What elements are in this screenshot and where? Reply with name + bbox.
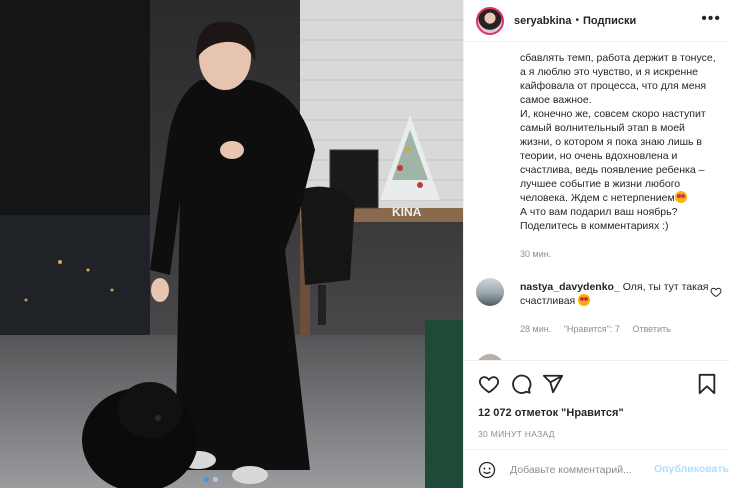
heart-outline-icon[interactable] — [710, 286, 722, 298]
comment-icon[interactable] — [510, 373, 532, 395]
caption-line: теории, но очень вдохновлена и — [520, 150, 678, 162]
share-icon[interactable] — [542, 373, 564, 395]
carousel-dots — [204, 477, 218, 482]
add-comment-bar: Опубликовать — [464, 449, 730, 488]
comment-text: nastya_davydenko_ Оля, ты тут такая счас… — [520, 280, 710, 308]
baby-emoji-icon — [674, 191, 687, 203]
carousel-dot-active[interactable] — [204, 477, 209, 482]
caption-line: Поделитесь в комментариях :) — [520, 220, 669, 232]
commenter-avatar[interactable] — [476, 278, 504, 306]
likes-count[interactable]: 12 072 отметок "Нравится" — [478, 407, 624, 419]
caption-line: И, конечно же, совсем скоро наступит — [520, 108, 706, 120]
bookmark-icon[interactable] — [696, 373, 718, 395]
heart-eyes-emoji-icon — [578, 294, 591, 306]
follow-button[interactable]: Подписки — [583, 15, 636, 27]
caption-line: кайфовала от процесса, что для меня — [520, 80, 707, 92]
comment-time[interactable]: 28 мин. — [520, 324, 551, 334]
post-header: seryabkina • Подписки ••• — [464, 0, 730, 42]
publish-button[interactable]: Опубликовать — [654, 463, 729, 475]
caption-line: самое важное. — [520, 94, 592, 106]
caption-line: счастлива, ведь появление ребенка – — [520, 164, 705, 176]
comment-likes[interactable]: "Нравится": 7 — [564, 324, 620, 334]
author-username[interactable]: seryabkina — [514, 15, 571, 27]
header-separator: • — [575, 15, 579, 26]
commenter-username[interactable]: nastya_davydenko_ — [520, 281, 620, 293]
caption-line: человека. Ждем с нетерпением — [520, 191, 720, 205]
caption-line-text: человека. Ждем с нетерпением — [520, 192, 675, 204]
caption-time[interactable]: 30 мин. — [520, 249, 551, 259]
caption-line: а я люблю это чувство, и я искренне — [520, 66, 698, 78]
caption-line: сбавлять темп, работа держит в тонусе, — [520, 52, 716, 64]
comments-scroll[interactable]: сбавлять темп, работа держит в тонусе, а… — [464, 42, 730, 360]
caption-line: А что вам подарил ваш ноябрь? — [520, 206, 678, 218]
more-options-icon[interactable]: ••• — [701, 11, 721, 27]
photo-scene: KINA — [0, 0, 463, 488]
caption-line: лучшее событие в жизни любого — [520, 178, 681, 190]
post-caption: сбавлять темп, работа держит в тонусе, а… — [520, 51, 720, 233]
caption-line: жизни, о котором я пока знаю лишь в — [520, 136, 702, 148]
post-sidebar: seryabkina • Подписки ••• сбавлять темп,… — [463, 0, 730, 488]
post-photo[interactable]: KINA — [0, 0, 463, 488]
post-actions: 12 072 отметок "Нравится" 30 МИНУТ НАЗАД… — [464, 360, 730, 488]
heart-icon[interactable] — [478, 373, 500, 395]
photo-watermark: KINA — [392, 205, 422, 219]
comment-reply-button[interactable]: Ответить — [632, 324, 670, 334]
post-timestamp[interactable]: 30 МИНУТ НАЗАД — [478, 429, 555, 439]
author-avatar[interactable] — [476, 6, 504, 35]
caption-line: самый волнительный этап в моей — [520, 122, 685, 134]
emoji-icon[interactable] — [478, 461, 496, 479]
carousel-dot[interactable] — [213, 477, 218, 482]
comment-meta: 28 мин. "Нравится": 7 Ответить — [520, 324, 681, 334]
comment-input[interactable] — [510, 459, 656, 481]
